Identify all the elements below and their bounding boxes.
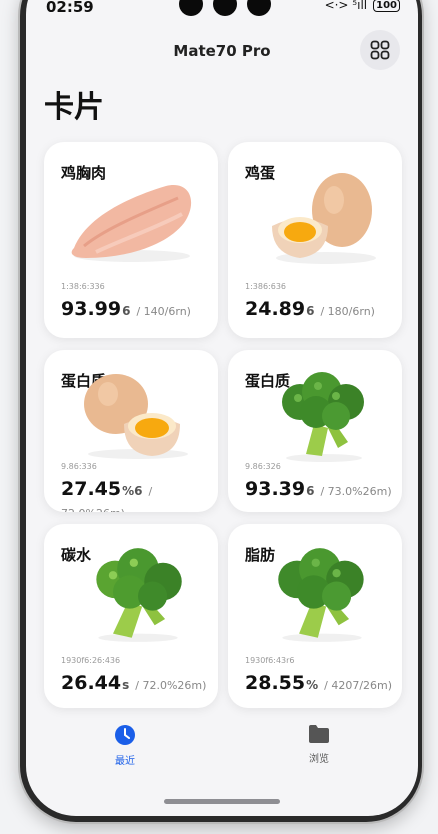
card-caption: 1:386:636 [245,282,287,291]
food-card[interactable]: 蛋白质 9.86:326 93.396/ 73.0%26m) [228,350,402,512]
card-value-row: 93.996 / 140/6rn) [61,298,191,320]
broccoli-icon [96,548,182,642]
status-bar: 02:59 <·> ⁵ıll 100 [26,0,418,20]
card-caption: 1:38:6:336 [61,282,105,291]
food-card[interactable]: 鸡蛋 1:386:636 24.896/ 180/6rn) [228,142,402,338]
card-label: 碳水 [61,546,92,564]
camera-icon [247,0,271,16]
food-card[interactable]: 碳水 1930f6:26:436 26.44s / 72.0%26m) [44,524,218,708]
camera-cutouts [179,0,271,16]
card-value-row: 28.55% / 4207/26m) [245,672,392,694]
egg-icon [272,173,376,264]
card-unit: 6 [306,304,315,318]
card-value: 24.89 [245,298,306,320]
card-caption: 1930f6:43r6 [245,656,295,665]
card-value-row: 26.44s / 72.0%26m) [61,672,206,694]
card-value: 93.99 [61,298,122,320]
grid-icon [370,40,390,60]
food-card[interactable]: 蛋白质 9.86:336 27.45%6/ 72.0%26m) [44,350,218,512]
battery-icon: 100 [373,0,400,12]
card-value: 27.45 [61,478,122,500]
card-value-row: 24.896 / 180/6rn) [245,298,375,320]
egg-icon [84,374,188,459]
chicken-breast-icon [71,185,192,262]
card-target: / 73.0%26m) [320,485,392,498]
screen: 02:59 <·> ⁵ıll 100 Mate70 Pro 卡片 鸡胸肉 1:3 [26,0,418,816]
card-caption: 9.86:326 [245,462,281,471]
card-value-row: 27.45%6/ 72.0%26m) [61,478,218,512]
card-target: / 140/6rn) [136,305,191,318]
signal-icon: <·> ⁵ıll [324,0,368,12]
card-unit: %6 [122,484,143,498]
tab-label: 最近 [115,756,135,767]
card-value: 26.44 [61,672,122,694]
food-card[interactable]: 鸡胸肉 1:38:6:336 93.996/ 140/6rn) [44,142,218,338]
card-unit: s [122,678,130,692]
card-label: 脂肪 [245,546,276,564]
folder-icon [309,725,329,743]
card-value: 28.55 [245,672,306,694]
status-time: 02:59 [46,0,94,16]
card-target: / 72.0%26m) [135,679,207,692]
tab-label: 浏览 [309,754,329,765]
food-card[interactable]: 脂肪 1930f6:43r6 28.55% / 4207/26m) [228,524,402,708]
broccoli-icon [278,548,364,642]
status-icons: <·> ⁵ıll 100 [325,0,400,12]
grid-menu-button[interactable] [360,30,400,70]
card-caption: 1930f6:26:436 [61,656,121,665]
camera-icon [213,0,237,16]
page-title: 卡片 [44,90,104,125]
tab-browse[interactable]: 浏览 [289,724,349,765]
card-target: / 4207/26m) [324,679,393,692]
tab-recent[interactable]: 最近 [95,724,155,767]
tab-bar: 最近 浏览 [26,724,418,784]
card-unit: 6 [306,484,315,498]
card-target: / 180/6rn) [320,305,375,318]
home-indicator[interactable] [164,799,280,804]
clock-icon [115,725,135,745]
camera-icon [179,0,203,16]
broccoli-icon [282,372,364,462]
card-value-row: 93.396 / 73.0%26m) [245,478,392,500]
card-caption: 9.86:336 [61,462,97,471]
card-value: 93.39 [245,478,306,500]
card-unit: % [306,678,319,692]
card-unit: 6 [122,304,131,318]
